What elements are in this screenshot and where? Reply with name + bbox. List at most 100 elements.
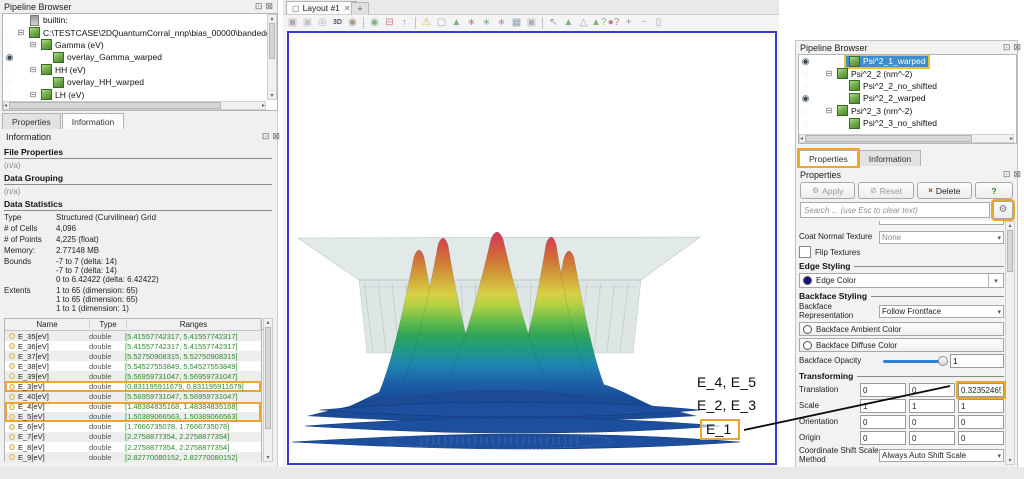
tree-expander[interactable]: ⊟ (28, 65, 38, 74)
visibility-eye-icon[interactable]: ◉ (799, 93, 812, 104)
visibility-eye-icon[interactable]: ◉ (3, 52, 16, 63)
information-titlebar[interactable]: Information ⊡ ⊠ (2, 130, 284, 143)
table-row[interactable]: E_37[eV]double[5.52750908315, 5.52750908… (5, 351, 261, 361)
help-button[interactable]: ? (975, 182, 1013, 199)
table-row[interactable]: E_35[eV]double[5.41557742317, 5.41557742… (5, 331, 261, 341)
table-row[interactable]: E_9[eV]double[2.82770080152, 2.827700801… (5, 452, 261, 462)
visibility-eye-icon[interactable]: ◌ (3, 40, 16, 50)
color-button[interactable]: Backface Diffuse Color (799, 338, 1004, 352)
undock-icon[interactable]: ⊡ (1003, 43, 1011, 52)
opacity-slider[interactable] (883, 360, 946, 363)
dropdown[interactable]: None▾ (879, 231, 1004, 244)
tree-expander[interactable]: ⊟ (824, 106, 834, 115)
grow-selection-icon[interactable]: ↑ (397, 16, 412, 30)
scrollbar[interactable]: ▴▾ (1005, 221, 1015, 465)
pipeline-browser-titlebar[interactable]: Pipeline Browser ⊡ ⊠ (796, 41, 1024, 54)
visibility-eye-icon[interactable]: ◌ (3, 90, 16, 100)
table-row[interactable]: E_38[eV]double[5.54527553849, 5.54527553… (5, 361, 261, 371)
chevron-down-icon[interactable]: ▾ (988, 274, 1003, 287)
close-icon[interactable]: ⊠ (1013, 43, 1021, 52)
scale-field-0[interactable] (860, 399, 906, 413)
tree-expander[interactable]: ⊟ (824, 69, 834, 78)
dropdown[interactable]: Follow Frontface▾ (879, 305, 1004, 318)
table-row[interactable]: E_4[eV]double[1.48384835168, 1.483848351… (5, 402, 261, 412)
slider-knob[interactable] (938, 356, 948, 366)
tree-expander[interactable]: ⊟ (28, 40, 38, 49)
add-layout-tab[interactable]: + (351, 2, 369, 15)
undock-icon[interactable]: ⊡ (262, 132, 270, 141)
tree-expander[interactable]: ⊟ (28, 90, 38, 99)
table-row[interactable]: E_36[eV]double[5.41557742317, 5.41557742… (5, 341, 261, 351)
origin-field-2[interactable] (958, 431, 1004, 445)
visibility-eye-icon[interactable]: ◉ (799, 56, 812, 67)
interaction-mode-3d[interactable]: 3D (330, 16, 345, 30)
scale-field-2[interactable] (958, 399, 1004, 413)
dropdown[interactable]: None▾ (879, 221, 1004, 225)
close-layout-icon[interactable]: ✕ (344, 4, 351, 13)
pipeline-item[interactable]: ◉Psi^2_1_warped (799, 55, 1016, 67)
pipeline-item[interactable]: ◉Psi^2_2_warped (799, 92, 1016, 104)
orientation-field-1[interactable] (909, 415, 955, 429)
interactive-select-icon[interactable]: ▦ (509, 16, 524, 30)
apply-button[interactable]: ⚙Apply (800, 182, 855, 199)
col-name[interactable]: Name (5, 320, 90, 329)
pipeline-item[interactable]: ◌Psi^2_2_no_shifted (799, 80, 1016, 92)
pipeline-item[interactable]: ◌overlay_HH_warped (3, 76, 257, 88)
layout-tab[interactable]: ▢ Layout #1 ✕ (286, 1, 357, 14)
query-points-icon[interactable]: ●? (606, 16, 621, 30)
pipeline-browser-titlebar[interactable]: Pipeline Browser ⊡ ⊠ (0, 0, 277, 13)
table-row[interactable]: E_3[eV]double[0.831195911679, 0.83119591… (5, 381, 261, 391)
col-type[interactable]: Type (90, 320, 127, 329)
table-row[interactable]: E_39[eV]double[5.56959731047, 5.56959731… (5, 371, 261, 381)
pipeline-item[interactable]: ◌⊟Psi^2_3 (nm^-2) (799, 105, 1016, 117)
pipeline-item[interactable]: builtin: (3, 14, 257, 26)
visibility-eye-icon[interactable]: ◌ (799, 81, 812, 91)
select-cells-on-icon[interactable]: ▲ (449, 16, 464, 30)
query-cells-icon[interactable]: ▲? (591, 16, 606, 30)
select-block-icon[interactable]: ▣ (524, 16, 539, 30)
close-icon[interactable]: ⊠ (265, 2, 273, 11)
orientation-field-0[interactable] (860, 415, 906, 429)
checkbox[interactable] (799, 246, 811, 258)
visibility-eye-icon[interactable]: ◌ (3, 65, 16, 75)
pipeline-item[interactable]: ◌⊟LH (eV) (3, 88, 257, 100)
orientation-field-2[interactable] (958, 415, 1004, 429)
visibility-eye-icon[interactable]: ◌ (799, 118, 812, 128)
opacity-input[interactable] (950, 354, 1004, 368)
render-view[interactable]: E_4, E_5 E_2, E_3 E_1 (287, 31, 777, 465)
translation-field-0[interactable] (860, 383, 906, 397)
gear-icon[interactable]: ⚙ (993, 201, 1013, 219)
table-row[interactable]: E_40[eV]double[5.56959731047, 5.56959731… (5, 392, 261, 402)
origin-field-1[interactable] (909, 431, 955, 445)
tab-properties[interactable]: Properties (2, 113, 61, 129)
table-header[interactable]: Name Type Ranges (5, 319, 261, 331)
color-dropdown[interactable]: Edge Color▾ (799, 273, 1004, 288)
pipeline-item[interactable]: ◌⊟C:\TESTCASE\2DQuantumCorral_nnp\bias_0… (3, 26, 257, 38)
table-row[interactable]: E_7[eV]double[2.2758877354, 2.2758877354… (5, 432, 261, 442)
rubber-band-select-icon[interactable]: ▢ (434, 16, 449, 30)
visibility-eye-icon[interactable]: ◌ (799, 106, 812, 116)
select-points-through-icon[interactable]: ∗ (494, 16, 509, 30)
visibility-eye-icon[interactable]: ◌ (3, 77, 16, 87)
subtract-selection-icon[interactable]: − (636, 16, 651, 30)
scrollbar[interactable]: ▴▾ (267, 14, 277, 100)
select-cells-through-icon[interactable]: ∗ (479, 16, 494, 30)
select-cells-polygon-icon[interactable]: ▲ (561, 16, 576, 30)
hover-points-icon[interactable]: ◉ (367, 16, 382, 30)
table-row[interactable]: E_5[eV]double[1.50389066563, 1.503890665… (5, 412, 261, 422)
scrollbar[interactable]: ◂▸ (3, 101, 266, 110)
undock-icon[interactable]: ⊡ (1003, 170, 1011, 179)
clear-hover-icon[interactable]: ⊟ (382, 16, 397, 30)
tab-information[interactable]: Information (859, 150, 922, 166)
visibility-eye-icon[interactable]: ◌ (799, 69, 812, 79)
zoom-to-box-icon[interactable]: ◉ (345, 16, 360, 30)
add-selection-icon[interactable]: + (621, 16, 636, 30)
tab-information[interactable]: Information (62, 113, 125, 129)
pipeline-item[interactable]: ◌⊟Gamma (eV) (3, 39, 257, 51)
tree-expander[interactable]: ⊟ (16, 28, 26, 37)
scale-field-1[interactable] (909, 399, 955, 413)
scrollbar[interactable]: ◂▸ (799, 134, 1014, 143)
pipeline-item[interactable]: ◌⊟Psi^2_2 (nm^-2) (799, 67, 1016, 79)
select-points-on-icon[interactable]: ∗ (464, 16, 479, 30)
search-input[interactable] (800, 202, 990, 218)
